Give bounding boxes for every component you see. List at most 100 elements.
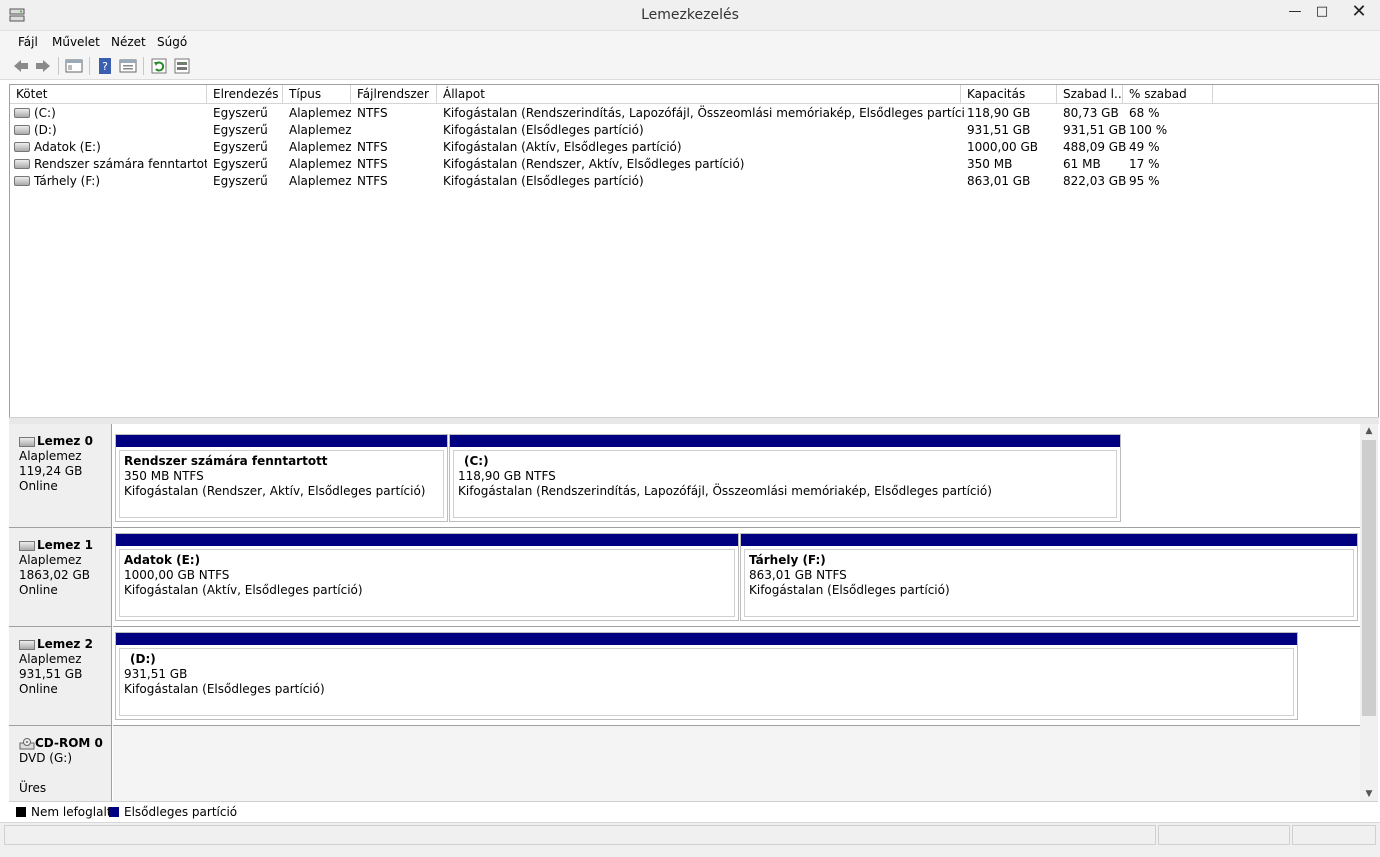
- percent-free-cell: 100 %: [1129, 123, 1168, 137]
- type-cell: Alaplemez: [289, 140, 352, 154]
- refresh-icon[interactable]: [150, 58, 168, 74]
- column-header-volume[interactable]: Kötet: [10, 85, 207, 103]
- scroll-up-icon[interactable]: ▲: [1360, 424, 1378, 438]
- percent-free-cell: 95 %: [1129, 174, 1160, 188]
- disk-type: Alaplemez: [19, 553, 82, 567]
- volume-list: Kötet Elrendezés Típus Fájlrendszer Álla…: [9, 84, 1379, 418]
- volume-list-header: Kötet Elrendezés Típus Fájlrendszer Álla…: [10, 85, 1378, 104]
- legend: Nem lefoglalt Elsődleges partíció: [9, 801, 1378, 822]
- status-cell: Kifogástalan (Elsődleges partíció): [443, 174, 644, 188]
- column-header-filesystem[interactable]: Fájlrendszer: [351, 85, 437, 103]
- disk-type: DVD (G:): [19, 751, 72, 765]
- volume-row[interactable]: Tárhely (F:) Egyszerű Alaplemez NTFS Kif…: [10, 173, 1378, 190]
- rescan-disks-icon[interactable]: [173, 58, 191, 74]
- minimize-button[interactable]: —: [1280, 0, 1310, 24]
- status-cell: Kifogástalan (Elsődleges partíció): [443, 123, 644, 137]
- volume-row[interactable]: (C:) Egyszerű Alaplemez NTFS Kifogástala…: [10, 105, 1378, 122]
- scrollbar-thumb[interactable]: [1362, 440, 1376, 716]
- menu-view[interactable]: Nézet: [111, 35, 146, 49]
- disk-name: Lemez 2: [37, 637, 93, 651]
- type-cell: Alaplemez: [289, 106, 352, 120]
- partition-name: (C:): [464, 454, 489, 468]
- volume-row[interactable]: (D:) Egyszerű Alaplemez Kifogástalan (El…: [10, 122, 1378, 139]
- volume-row[interactable]: Adatok (E:) Egyszerű Alaplemez NTFS Kifo…: [10, 139, 1378, 156]
- console-tree-icon[interactable]: [65, 58, 83, 74]
- capacity-cell: 863,01 GB: [967, 174, 1031, 188]
- disk-status: Online: [19, 682, 58, 696]
- free-space-cell: 822,03 GB: [1063, 174, 1127, 188]
- disk-size: 931,51 GB: [19, 667, 83, 681]
- menu-file[interactable]: Fájl: [18, 35, 38, 49]
- partition-name: (D:): [130, 652, 156, 666]
- partition-details: Rendszer számára fenntartott 350 MB NTFS…: [119, 450, 444, 518]
- primary-partition-band: [450, 435, 1120, 447]
- drive-icon: [14, 124, 30, 135]
- volume-row[interactable]: Rendszer számára fenntartott Egyszerű Al…: [10, 156, 1378, 173]
- toolbar: ?: [0, 53, 1380, 80]
- partition-status: Kifogástalan (Elsődleges partíció): [124, 682, 325, 696]
- title-bar: Lemezkezelés — □ ✕: [0, 0, 1380, 31]
- drive-icon: [14, 158, 30, 169]
- partition-name: Adatok (E:): [124, 553, 201, 567]
- cdrom-empty-area: [113, 726, 1360, 801]
- menu-help[interactable]: Súgó: [157, 35, 187, 49]
- volume-name-cell: Tárhely (F:): [10, 173, 207, 190]
- partition-size: 931,51 GB: [124, 667, 188, 681]
- properties-icon[interactable]: [119, 58, 137, 74]
- layout-cell: Egyszerű: [213, 157, 268, 171]
- toolbar-separator: [89, 57, 90, 75]
- scroll-down-icon[interactable]: ▼: [1360, 787, 1378, 801]
- capacity-cell: 1000,00 GB: [967, 140, 1038, 154]
- forward-icon[interactable]: [34, 58, 52, 74]
- drive-icon: [14, 141, 30, 152]
- capacity-cell: 350 MB: [967, 157, 1013, 171]
- disk-label-0[interactable]: Lemez 0 Alaplemez 119,24 GB Online: [9, 424, 112, 528]
- disk-size: 1863,02 GB: [19, 568, 90, 582]
- legend-unallocated: Nem lefoglalt: [31, 805, 112, 819]
- column-header-free-space[interactable]: Szabad l...: [1057, 85, 1123, 103]
- partition-c[interactable]: (C:) 118,90 GB NTFS Kifogástalan (Rendsz…: [449, 434, 1121, 522]
- column-header-capacity[interactable]: Kapacitás: [961, 85, 1057, 103]
- disk-label-2[interactable]: Lemez 2 Alaplemez 931,51 GB Online: [9, 627, 112, 726]
- partition-e[interactable]: Adatok (E:) 1000,00 GB NTFS Kifogástalan…: [115, 533, 739, 621]
- column-header-percent-free[interactable]: % szabad: [1123, 85, 1213, 103]
- percent-free-cell: 68 %: [1129, 106, 1160, 120]
- primary-partition-band: [116, 435, 447, 447]
- maximize-button[interactable]: □: [1307, 0, 1337, 24]
- column-header-type[interactable]: Típus: [283, 85, 351, 103]
- free-space-cell: 61 MB: [1063, 157, 1101, 171]
- help-icon[interactable]: ?: [96, 58, 114, 74]
- back-icon[interactable]: [12, 58, 30, 74]
- disk-icon: [19, 436, 35, 447]
- pane-splitter[interactable]: [9, 417, 1379, 424]
- column-header-status[interactable]: Állapot: [437, 85, 961, 103]
- primary-partition-swatch: [109, 807, 119, 817]
- status-cell: Kifogástalan (Aktív, Elsődleges partíció…: [443, 140, 682, 154]
- menu-action[interactable]: Művelet: [52, 35, 100, 49]
- disk-name: CD-ROM 0: [35, 736, 103, 750]
- capacity-cell: 118,90 GB: [967, 106, 1031, 120]
- partition-size: 863,01 GB NTFS: [749, 568, 847, 582]
- partition-details: (C:) 118,90 GB NTFS Kifogástalan (Rendsz…: [453, 450, 1117, 518]
- partition-d[interactable]: (D:) 931,51 GB Kifogástalan (Elsődleges …: [115, 632, 1298, 720]
- column-header-layout[interactable]: Elrendezés: [207, 85, 283, 103]
- disk-label-1[interactable]: Lemez 1 Alaplemez 1863,02 GB Online: [9, 528, 112, 627]
- drive-icon: [14, 175, 30, 186]
- filesystem-cell: NTFS: [357, 174, 388, 188]
- percent-free-cell: 49 %: [1129, 140, 1160, 154]
- partition-f[interactable]: Tárhely (F:) 863,01 GB NTFS Kifogástalan…: [740, 533, 1358, 621]
- svg-text:?: ?: [102, 60, 108, 73]
- close-button[interactable]: ✕: [1338, 0, 1380, 24]
- percent-free-cell: 17 %: [1129, 157, 1160, 171]
- volume-name: Adatok (E:): [34, 140, 101, 154]
- disk-pane-scrollbar[interactable]: ▲ ▼: [1360, 424, 1378, 801]
- disk-label-cdrom[interactable]: CD-ROM 0 DVD (G:) Üres: [9, 726, 112, 801]
- status-pane-3: [1292, 825, 1376, 845]
- menu-bar: Fájl Művelet Nézet Súgó: [0, 31, 1380, 53]
- window-title: Lemezkezelés: [641, 7, 739, 23]
- partition-details: Adatok (E:) 1000,00 GB NTFS Kifogástalan…: [119, 549, 735, 617]
- partition-system-reserved[interactable]: Rendszer számára fenntartott 350 MB NTFS…: [115, 434, 448, 522]
- disk-size: 119,24 GB: [19, 464, 83, 478]
- layout-cell: Egyszerű: [213, 174, 268, 188]
- type-cell: Alaplemez: [289, 157, 352, 171]
